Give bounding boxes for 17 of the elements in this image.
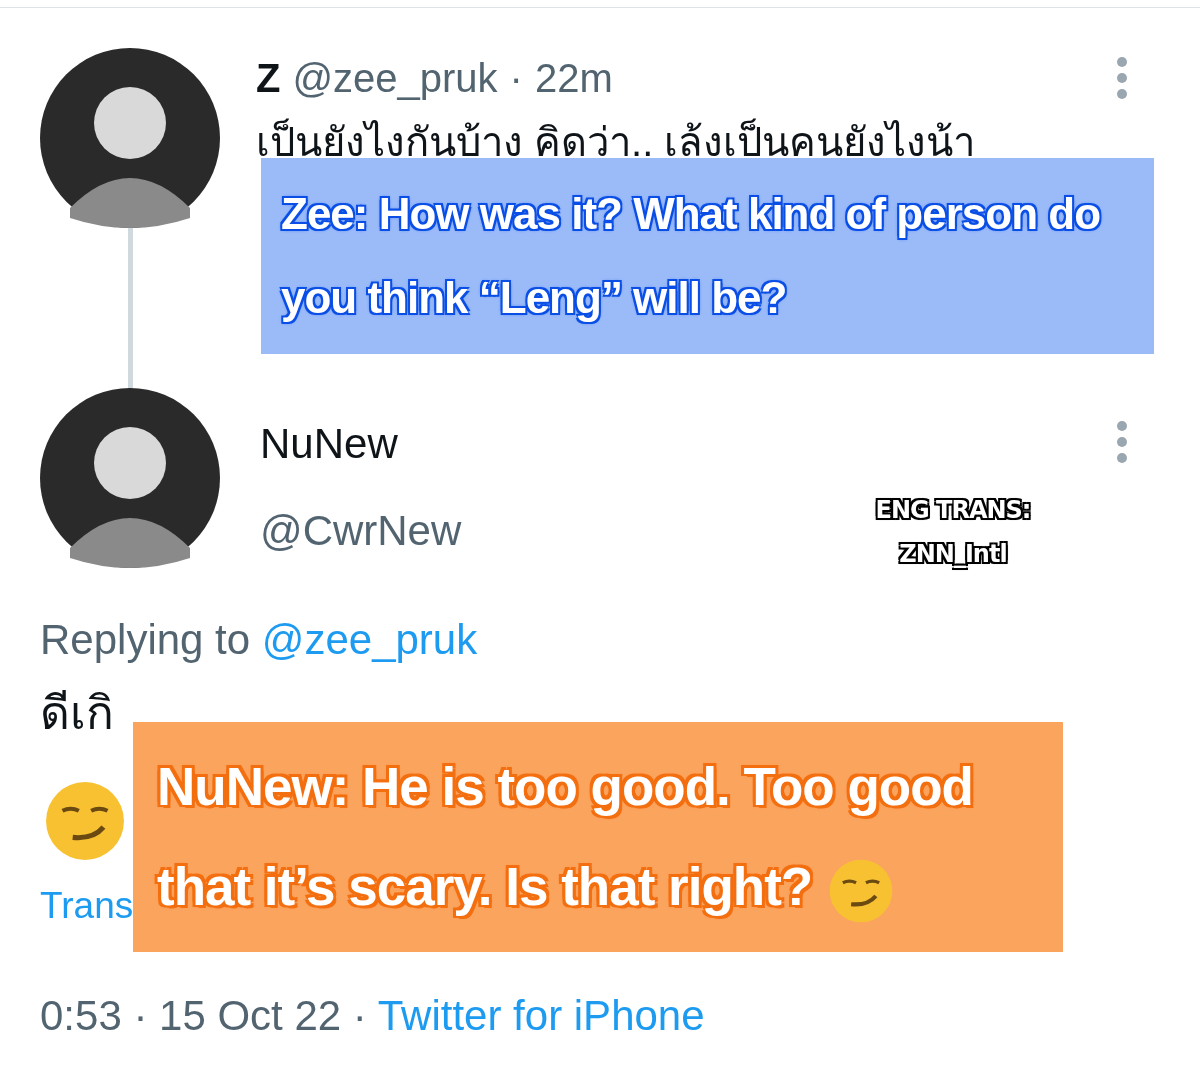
user-handle[interactable]: @zee_pruk xyxy=(292,48,498,108)
replying-label: Replying to xyxy=(40,616,252,663)
translation-caption: NuNew: He is too good. Too good that it’s scary. Is that right? xyxy=(133,722,1063,952)
display-name[interactable]: Z xyxy=(256,48,281,108)
smirk-emoji-icon xyxy=(44,780,126,862)
timestamp: 0:53 · 15 Oct 22 · xyxy=(40,991,368,1039)
tweet-text: ดีเกิ xyxy=(40,686,114,741)
user-handle[interactable]: @CwrNew xyxy=(260,499,462,562)
credit-text: ENG TRANS: xyxy=(875,495,1031,526)
credit-text: ZNN_Intl xyxy=(899,539,1007,572)
avatar[interactable] xyxy=(40,388,220,568)
post-time: 22m xyxy=(534,55,613,102)
display-name[interactable]: NuNew xyxy=(260,412,398,475)
avatar[interactable] xyxy=(40,48,220,228)
translation-caption: Zee: How was it? What kind of person do you think “Leng” will be? xyxy=(261,158,1154,354)
separator-dot: · xyxy=(509,55,523,102)
smirk-emoji-icon xyxy=(828,858,895,924)
